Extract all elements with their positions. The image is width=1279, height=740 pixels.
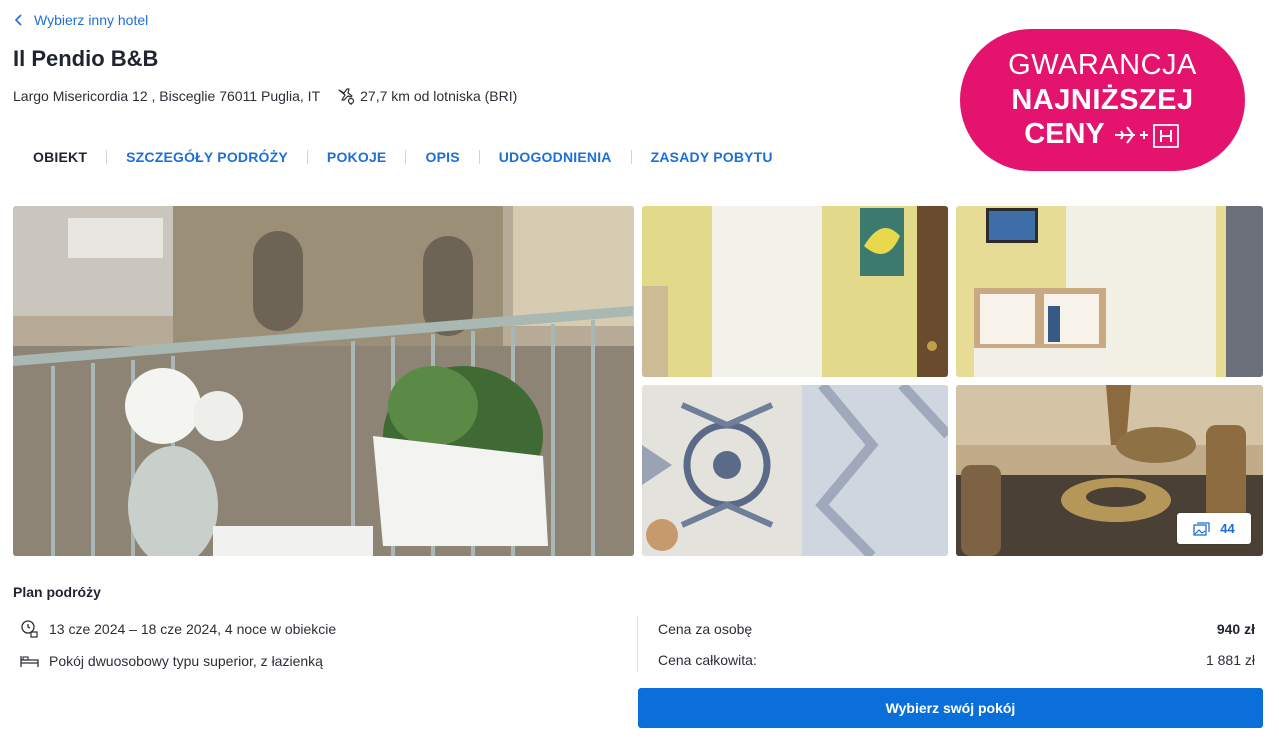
back-link[interactable]: Wybierz inny hotel	[14, 12, 148, 28]
hotel-address: Largo Misericordia 12 , Bisceglie 76011 …	[13, 88, 321, 104]
plane-location-icon	[338, 88, 355, 105]
room-type: Pokój dwuosobowy typu superior, z łazien…	[49, 652, 323, 669]
price-total-row: Cena całkowita: 1 881 zł	[658, 652, 1255, 668]
hotel-address-row: Largo Misericordia 12 , Bisceglie 76011 …	[13, 86, 517, 106]
photos-icon	[1193, 521, 1210, 536]
airport-distance: 27,7 km od lotniska (BRI)	[336, 86, 517, 106]
photo-tiles[interactable]	[642, 385, 948, 556]
guarantee-line-2: NAJNIŻSZEJ	[1011, 84, 1194, 116]
guarantee-line-3-label: CENY	[1024, 118, 1105, 150]
photo-count-label: 44	[1220, 521, 1235, 536]
tab-pokoje[interactable]: POKOJE	[306, 150, 406, 164]
price-per-person-label: Cena za osobę	[658, 621, 753, 637]
tab-obiekt[interactable]: OBIEKT	[14, 150, 106, 164]
price-total-label: Cena całkowita:	[658, 652, 757, 668]
guarantee-line-1: GWARANCJA	[1008, 49, 1197, 81]
photo-count-button[interactable]: 44	[1177, 513, 1251, 544]
tab-opis[interactable]: OPIS	[405, 150, 478, 164]
lowest-price-guarantee-badge: GWARANCJA NAJNIŻSZEJ CENY	[960, 29, 1245, 171]
trip-plan-title: Plan podróży	[13, 584, 101, 600]
chevron-left-icon	[14, 14, 22, 26]
tab-szczegoly-podrozy[interactable]: SZCZEGÓŁY PODRÓŻY	[106, 150, 307, 164]
price-divider	[637, 616, 638, 672]
room-type-row: Pokój dwuosobowy typu superior, z łazien…	[20, 651, 323, 670]
airport-distance-label: 27,7 km od lotniska (BRI)	[360, 88, 518, 104]
trip-dates: 13 cze 2024 – 18 cze 2024, 4 noce w obie…	[49, 620, 337, 637]
photo-hallway[interactable]	[642, 206, 948, 377]
flight-plus-hotel-icon	[1114, 123, 1179, 148]
tab-zasady-pobytu[interactable]: ZASADY POBYTU	[630, 150, 792, 164]
trip-dates-row: 13 cze 2024 – 18 cze 2024, 4 noce w obie…	[20, 619, 336, 638]
price-per-person-value: 940 zł	[1216, 621, 1255, 637]
select-room-button[interactable]: Wybierz swój pokój	[638, 688, 1263, 728]
hotel-name: Il Pendio B&B	[13, 46, 159, 71]
section-tabs: OBIEKT SZCZEGÓŁY PODRÓŻY POKOJE OPIS UDO…	[14, 146, 792, 168]
back-link-label: Wybierz inny hotel	[34, 12, 149, 28]
bed-icon	[20, 656, 39, 667]
price-total-value: 1 881 zł	[1205, 652, 1255, 668]
photo-balcony[interactable]	[13, 206, 634, 556]
photo-copper-pots[interactable]: 44	[956, 385, 1263, 556]
guarantee-line-3: CENY	[960, 118, 1245, 151]
tab-udogodnienia[interactable]: UDOGODNIENIA	[478, 150, 631, 164]
photo-room-shelf[interactable]	[956, 206, 1263, 377]
price-per-person-row: Cena za osobę 940 zł	[658, 621, 1255, 637]
calendar-clock-icon	[21, 620, 38, 638]
